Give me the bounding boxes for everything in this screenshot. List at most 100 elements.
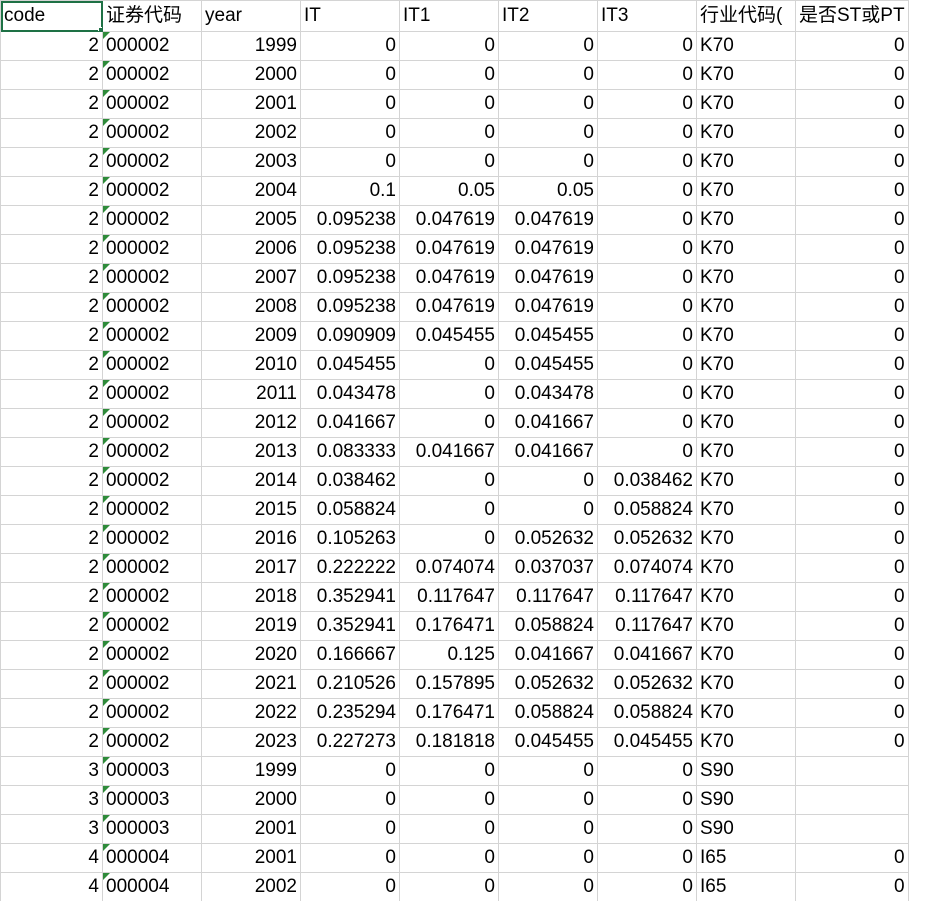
it3-cell[interactable]: 0 [597,89,697,119]
it-cell[interactable]: 0.038462 [300,466,400,496]
st-pt-cell[interactable]: 0 [795,553,909,583]
security-code-cell[interactable]: 000002 [102,611,202,641]
year-cell[interactable]: 2016 [201,524,301,554]
it2-cell[interactable]: 0 [498,60,598,90]
it2-cell[interactable]: 0.037037 [498,553,598,583]
security-code-cell[interactable]: 000002 [102,524,202,554]
year-cell[interactable]: 2000 [201,60,301,90]
it1-cell[interactable]: 0 [399,118,499,148]
header-it-cell[interactable]: IT [300,0,400,32]
code-cell[interactable]: 2 [0,379,103,409]
it2-cell[interactable]: 0.052632 [498,669,598,699]
st-pt-cell[interactable]: 0 [795,698,909,728]
st-pt-cell[interactable] [795,756,909,786]
it3-cell[interactable]: 0 [597,263,697,293]
it3-cell[interactable]: 0.041667 [597,640,697,670]
it3-cell[interactable]: 0 [597,408,697,438]
st-pt-cell[interactable]: 0 [795,205,909,235]
code-cell[interactable]: 2 [0,727,103,757]
it1-cell[interactable]: 0 [399,350,499,380]
it-cell[interactable]: 0.1 [300,176,400,206]
industry-code-cell[interactable]: K70 [696,89,796,119]
industry-code-cell[interactable]: K70 [696,147,796,177]
it2-cell[interactable]: 0.047619 [498,205,598,235]
security-code-cell[interactable]: 000002 [102,698,202,728]
security-code-cell[interactable]: 000002 [102,640,202,670]
security-code-cell[interactable]: 000002 [102,495,202,525]
it1-cell[interactable]: 0.047619 [399,292,499,322]
industry-code-cell[interactable]: K70 [696,466,796,496]
it3-cell[interactable]: 0 [597,350,697,380]
year-cell[interactable]: 2022 [201,698,301,728]
it-cell[interactable]: 0 [300,814,400,844]
year-cell[interactable]: 2011 [201,379,301,409]
year-cell[interactable]: 2018 [201,582,301,612]
it-cell[interactable]: 0.090909 [300,321,400,351]
it3-cell[interactable]: 0 [597,872,697,901]
it1-cell[interactable]: 0.047619 [399,234,499,264]
year-cell[interactable]: 2002 [201,872,301,901]
industry-code-cell[interactable]: I65 [696,872,796,901]
code-cell[interactable]: 2 [0,176,103,206]
it-cell[interactable]: 0.210526 [300,669,400,699]
it-cell[interactable]: 0 [300,843,400,873]
code-cell[interactable]: 2 [0,118,103,148]
security-code-cell[interactable]: 000004 [102,843,202,873]
security-code-cell[interactable]: 000002 [102,350,202,380]
industry-code-cell[interactable]: S90 [696,756,796,786]
code-cell[interactable]: 2 [0,466,103,496]
industry-code-cell[interactable]: K70 [696,640,796,670]
it-cell[interactable]: 0 [300,756,400,786]
code-cell[interactable]: 2 [0,350,103,380]
it-cell[interactable]: 0.043478 [300,379,400,409]
it3-cell[interactable]: 0.052632 [597,524,697,554]
code-cell[interactable]: 2 [0,553,103,583]
security-code-cell[interactable]: 000002 [102,89,202,119]
st-pt-cell[interactable]: 0 [795,321,909,351]
industry-code-cell[interactable]: K70 [696,205,796,235]
year-cell[interactable]: 2001 [201,814,301,844]
security-code-cell[interactable]: 000003 [102,756,202,786]
it2-cell[interactable]: 0 [498,31,598,61]
it2-cell[interactable]: 0.058824 [498,698,598,728]
it-cell[interactable]: 0.222222 [300,553,400,583]
industry-code-cell[interactable]: K70 [696,553,796,583]
it2-cell[interactable]: 0 [498,147,598,177]
it2-cell[interactable]: 0.041667 [498,437,598,467]
year-cell[interactable]: 2008 [201,292,301,322]
it2-cell[interactable]: 0.05 [498,176,598,206]
it1-cell[interactable]: 0.176471 [399,611,499,641]
security-code-cell[interactable]: 000002 [102,176,202,206]
it-cell[interactable]: 0 [300,785,400,815]
it2-cell[interactable]: 0.041667 [498,640,598,670]
security-code-cell[interactable]: 000002 [102,727,202,757]
st-pt-cell[interactable]: 0 [795,176,909,206]
it3-cell[interactable]: 0 [597,176,697,206]
year-cell[interactable]: 1999 [201,756,301,786]
it2-cell[interactable]: 0.047619 [498,292,598,322]
st-pt-cell[interactable]: 0 [795,408,909,438]
year-cell[interactable]: 2020 [201,640,301,670]
it2-cell[interactable]: 0 [498,89,598,119]
it-cell[interactable]: 0.235294 [300,698,400,728]
security-code-cell[interactable]: 000003 [102,785,202,815]
st-pt-cell[interactable]: 0 [795,524,909,554]
it2-cell[interactable]: 0.045455 [498,350,598,380]
header-industry-code-cell[interactable]: 行业代码( [696,0,796,32]
it-cell[interactable]: 0.095238 [300,292,400,322]
year-cell[interactable]: 2000 [201,785,301,815]
code-cell[interactable]: 3 [0,814,103,844]
it-cell[interactable]: 0.058824 [300,495,400,525]
header-st-pt-cell[interactable]: 是否ST或PT [795,0,909,32]
security-code-cell[interactable]: 000002 [102,60,202,90]
it2-cell[interactable]: 0.052632 [498,524,598,554]
it3-cell[interactable]: 0.045455 [597,727,697,757]
code-cell[interactable]: 2 [0,89,103,119]
it3-cell[interactable]: 0.058824 [597,698,697,728]
st-pt-cell[interactable]: 0 [795,727,909,757]
it1-cell[interactable]: 0 [399,524,499,554]
it3-cell[interactable]: 0 [597,147,697,177]
security-code-cell[interactable]: 000002 [102,263,202,293]
header-security-code-cell[interactable]: 证券代码 [102,0,202,32]
it3-cell[interactable]: 0.117647 [597,611,697,641]
